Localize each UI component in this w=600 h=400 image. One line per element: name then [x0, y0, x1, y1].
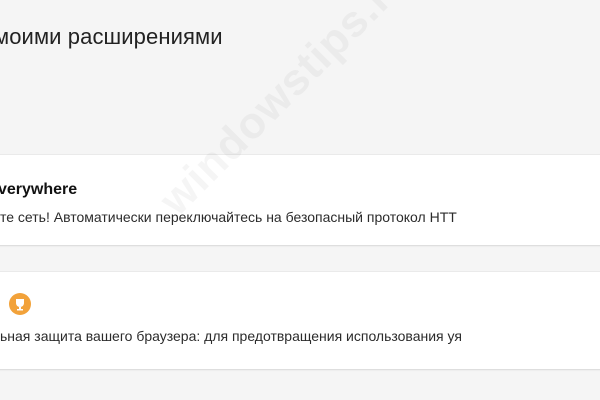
extension-card-https-everywhere[interactable]: verywhere те сеть! Автоматически переклю…	[0, 155, 600, 245]
extension-name: verywhere	[0, 181, 78, 198]
page-title: моими расширениями	[0, 24, 223, 49]
extension-description: ьная защита вашего браузера: для предотв…	[0, 328, 462, 344]
extension-description: те сеть! Автоматически переключайтесь на…	[0, 209, 457, 225]
extension-card-protection[interactable]: ьная защита вашего браузера: для предотв…	[0, 272, 600, 369]
trophy-icon	[9, 293, 31, 315]
extensions-page: моими расширениями verywhere те сеть! Ав…	[0, 0, 600, 400]
